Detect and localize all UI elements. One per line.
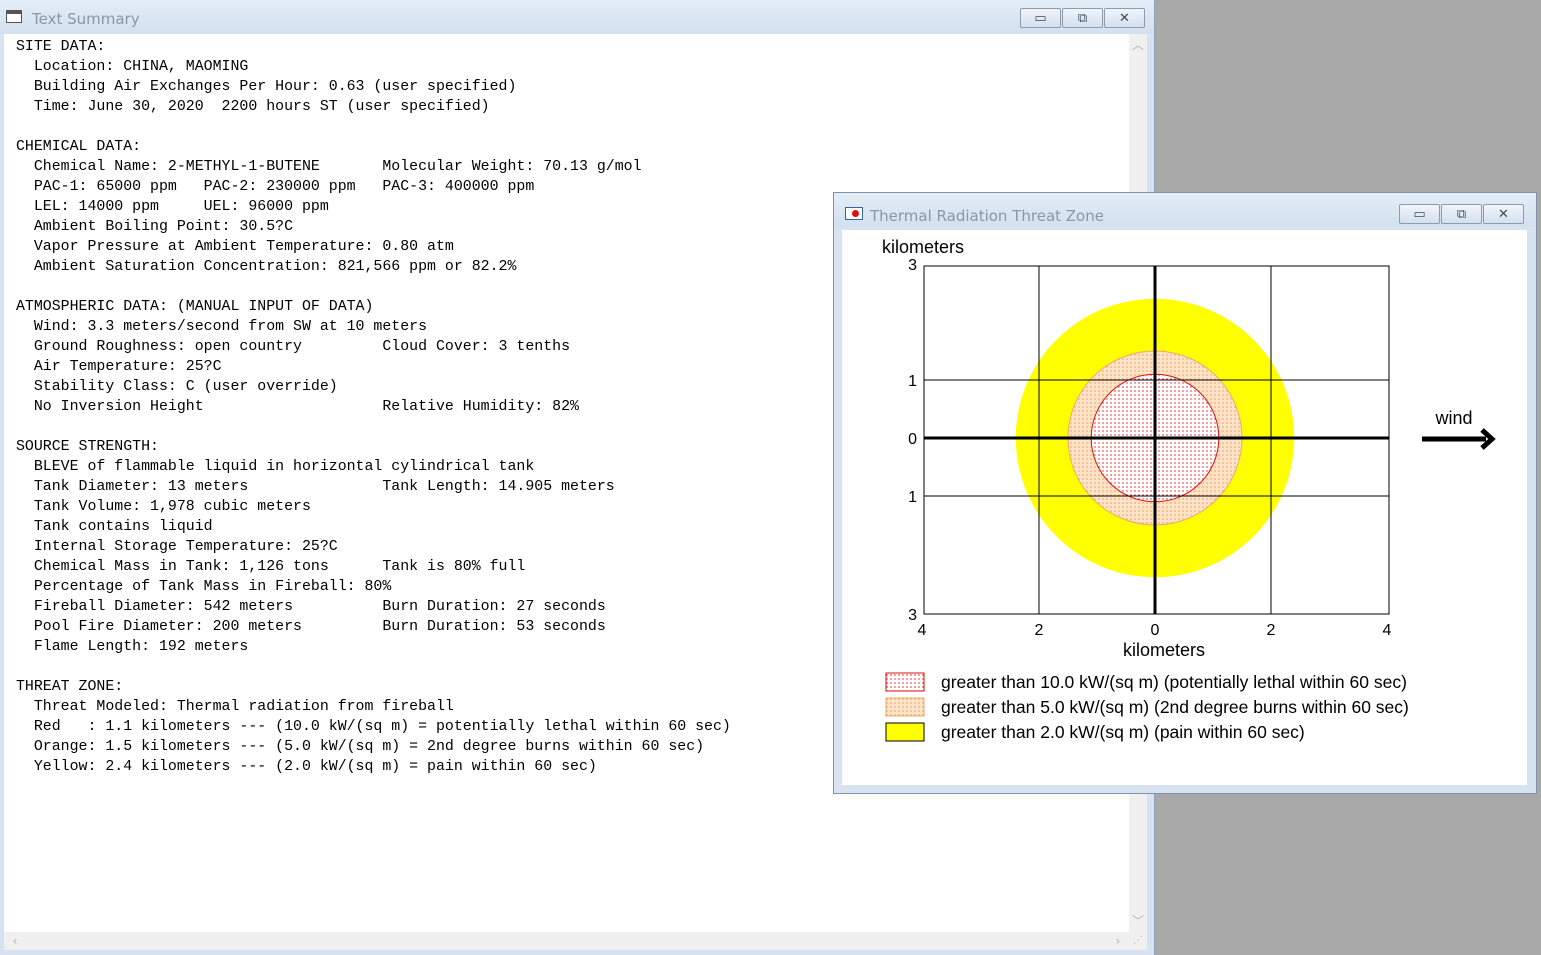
legend-label: greater than 5.0 kW/(sq m) (2nd degree b… [941,697,1409,717]
y-tick-label: 3 [908,607,917,624]
window-title: Thermal Radiation Threat Zone [870,207,1104,225]
y-tick-label: 1 [908,373,917,390]
summary-line: Air Temperature: 25?C [16,359,222,375]
summary-text: SITE DATA: Location: CHINA, MAOMING Buil… [16,37,731,777]
x-tick-label: 2 [1035,622,1044,639]
title-bar[interactable]: Text Summary ▭ ⧉ ✕ [0,0,1154,34]
legend: greater than 10.0 kW/(sq m) (potentially… [885,672,1409,742]
summary-line: Yellow: 2.4 kilometers --- (2.0 kW/(sq m… [16,759,597,775]
maximize-button[interactable]: ⧉ [1441,204,1482,224]
threat-zone-chart: 4 2 0 2 431013 kilometers kilometers wind gr… [882,237,1496,742]
summary-line: Ambient Boiling Point: 30.5?C [16,219,294,235]
summary-line [16,117,731,137]
summary-line: Tank contains liquid [16,519,213,535]
minimize-icon: ▭ [1034,11,1047,26]
summary-line: CHEMICAL DATA: [16,139,142,155]
summary-line: Ground Roughness: open country Cloud Cov… [16,339,571,355]
window-app-icon [6,10,22,23]
summary-line: Flame Length: 192 meters [16,639,249,655]
summary-line: Orange: 1.5 kilometers --- (5.0 kW/(sq m… [16,739,705,755]
x-tick-label: 4 [1383,622,1392,639]
summary-line: Ambient Saturation Concentration: 821,56… [16,259,517,275]
threat-zone-app-icon [845,207,863,220]
wind-label: wind [1434,408,1472,428]
legend-swatch [885,697,925,717]
summary-line: Percentage of Tank Mass in Fireball: 80% [16,579,392,595]
close-icon: ✕ [1119,11,1130,26]
summary-line: Stability Class: C (user override) [16,379,338,395]
horizontal-scrollbar[interactable]: ‹ › [4,932,1129,950]
summary-line: SITE DATA: [16,39,106,55]
summary-line: Wind: 3.3 meters/second from SW at 10 me… [16,319,428,335]
summary-line: THREAT ZONE: [16,679,124,695]
legend-swatch [885,722,925,742]
maximize-button[interactable]: ⧉ [1062,8,1103,28]
summary-line: No Inversion Height Relative Humidity: 8… [16,399,579,415]
x-tick-label: 0 [1151,622,1160,639]
summary-line: Fireball Diameter: 542 meters Burn Durat… [16,599,606,615]
wind-arrow: wind [1422,408,1496,450]
legend-label: greater than 2.0 kW/(sq m) (pain within … [941,722,1305,742]
summary-line [16,657,731,677]
title-bar[interactable]: Thermal Radiation Threat Zone ▭ ⧉ ✕ [834,193,1536,227]
summary-line: Building Air Exchanges Per Hour: 0.63 (u… [16,79,517,95]
summary-line: LEL: 14000 ppm UEL: 96000 ppm [16,199,329,215]
close-button[interactable]: ✕ [1104,8,1145,28]
summary-line: Location: CHINA, MAOMING [16,59,249,75]
minimize-icon: ▭ [1413,207,1426,222]
summary-line: Time: June 30, 2020 2200 hours ST (user … [16,99,490,115]
y-tick-label: 3 [908,257,917,274]
summary-line: Chemical Mass in Tank: 1,126 tons Tank i… [16,559,526,575]
y-tick-label: 0 [908,431,917,448]
x-tick-label: 4 [918,622,927,639]
threat-zone-plot-area: 4202431013 kilometers kilometers wind gr… [842,230,1527,785]
summary-line: ATMOSPHERIC DATA: (MANUAL INPUT OF DATA) [16,299,374,315]
legend-swatch [885,672,925,692]
legend-label: greater than 10.0 kW/(sq m) (potentially… [941,672,1407,692]
summary-line [16,277,731,297]
x-axis-label: kilometers [1123,640,1205,660]
summary-line: Chemical Name: 2-METHYL-1-BUTENE Molecul… [16,159,642,175]
summary-line: Tank Diameter: 13 meters Tank Length: 14… [16,479,615,495]
window-controls: ▭ ⧉ ✕ [1399,204,1525,225]
summary-line: BLEVE of flammable liquid in horizontal … [16,459,535,475]
window-title: Text Summary [32,10,140,28]
minimize-button[interactable]: ▭ [1020,8,1061,28]
summary-line: Vapor Pressure at Ambient Temperature: 0… [16,239,454,255]
y-axis-label: kilometers [882,237,964,257]
y-tick-label: 1 [908,489,917,506]
scroll-down-icon[interactable]: ﹀ [1129,912,1147,930]
scroll-left-icon[interactable]: ‹ [6,932,24,950]
summary-line: Internal Storage Temperature: 25?C [16,539,338,555]
scroll-up-icon[interactable]: ︿ [1129,36,1147,54]
x-tick-label: 2 [1267,622,1276,639]
restore-icon: ⧉ [1077,11,1088,26]
close-icon: ✕ [1498,207,1509,222]
summary-line: Pool Fire Diameter: 200 meters Burn Dura… [16,619,606,635]
resize-grip-icon[interactable]: ⋰ [1129,932,1147,950]
scroll-right-icon[interactable]: › [1109,932,1127,950]
restore-icon: ⧉ [1456,207,1467,222]
close-button[interactable]: ✕ [1483,204,1524,224]
summary-line: SOURCE STRENGTH: [16,439,159,455]
summary-line: Threat Modeled: Thermal radiation from f… [16,699,454,715]
summary-line: PAC-1: 65000 ppm PAC-2: 230000 ppm PAC-3… [16,179,535,195]
summary-line [16,417,731,437]
threat-zone-window: Thermal Radiation Threat Zone ▭ ⧉ ✕ 4 2 0 2… [833,192,1537,794]
summary-line: Red : 1.1 kilometers --- (10.0 kW/(sq m)… [16,719,731,735]
summary-line: Tank Volume: 1,978 cubic meters [16,499,311,515]
minimize-button[interactable]: ▭ [1399,204,1440,224]
window-controls: ▭ ⧉ ✕ [1020,8,1146,29]
